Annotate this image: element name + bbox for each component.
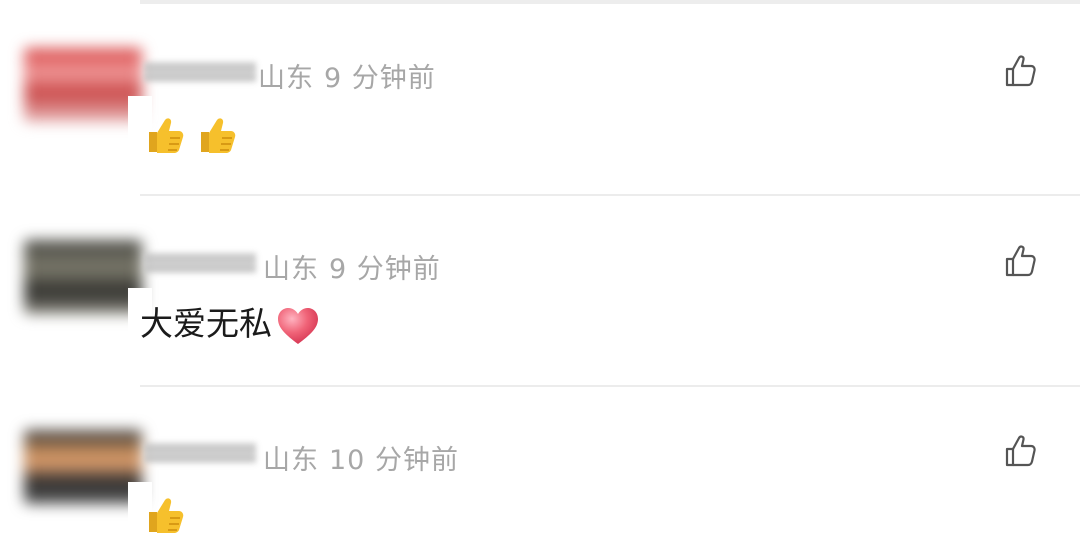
username-blurred[interactable] [144,253,256,273]
avatar[interactable] [24,240,142,314]
username-blurred[interactable] [144,443,256,463]
comment-meta: 山东 9 分钟前 [263,247,441,286]
comment-text: 大爱无私 [140,304,272,343]
thumbs-up-emoji-icon [149,498,184,533]
like-button[interactable] [1004,244,1038,278]
comment-body [140,492,192,538]
thumbs-up-outline-icon [1005,245,1036,277]
comment-time: 10 分钟前 [329,445,459,476]
comment-divider [140,385,1080,387]
thumbs-up-outline-icon [1005,435,1036,467]
comment-item: 山东 10 分钟前 [0,0,1080,542]
avatar[interactable] [24,430,142,504]
comment-divider [140,194,1080,196]
comment-time: 9 分钟前 [329,254,441,285]
comment-location: 山东 [263,254,319,285]
red-heart-emoji-icon [278,307,318,344]
comment-location: 山东 [263,445,319,476]
comment-meta: 山东 10 分钟前 [263,438,459,477]
comment-body: 大爱无私 [140,304,320,346]
like-button[interactable] [1004,434,1038,468]
